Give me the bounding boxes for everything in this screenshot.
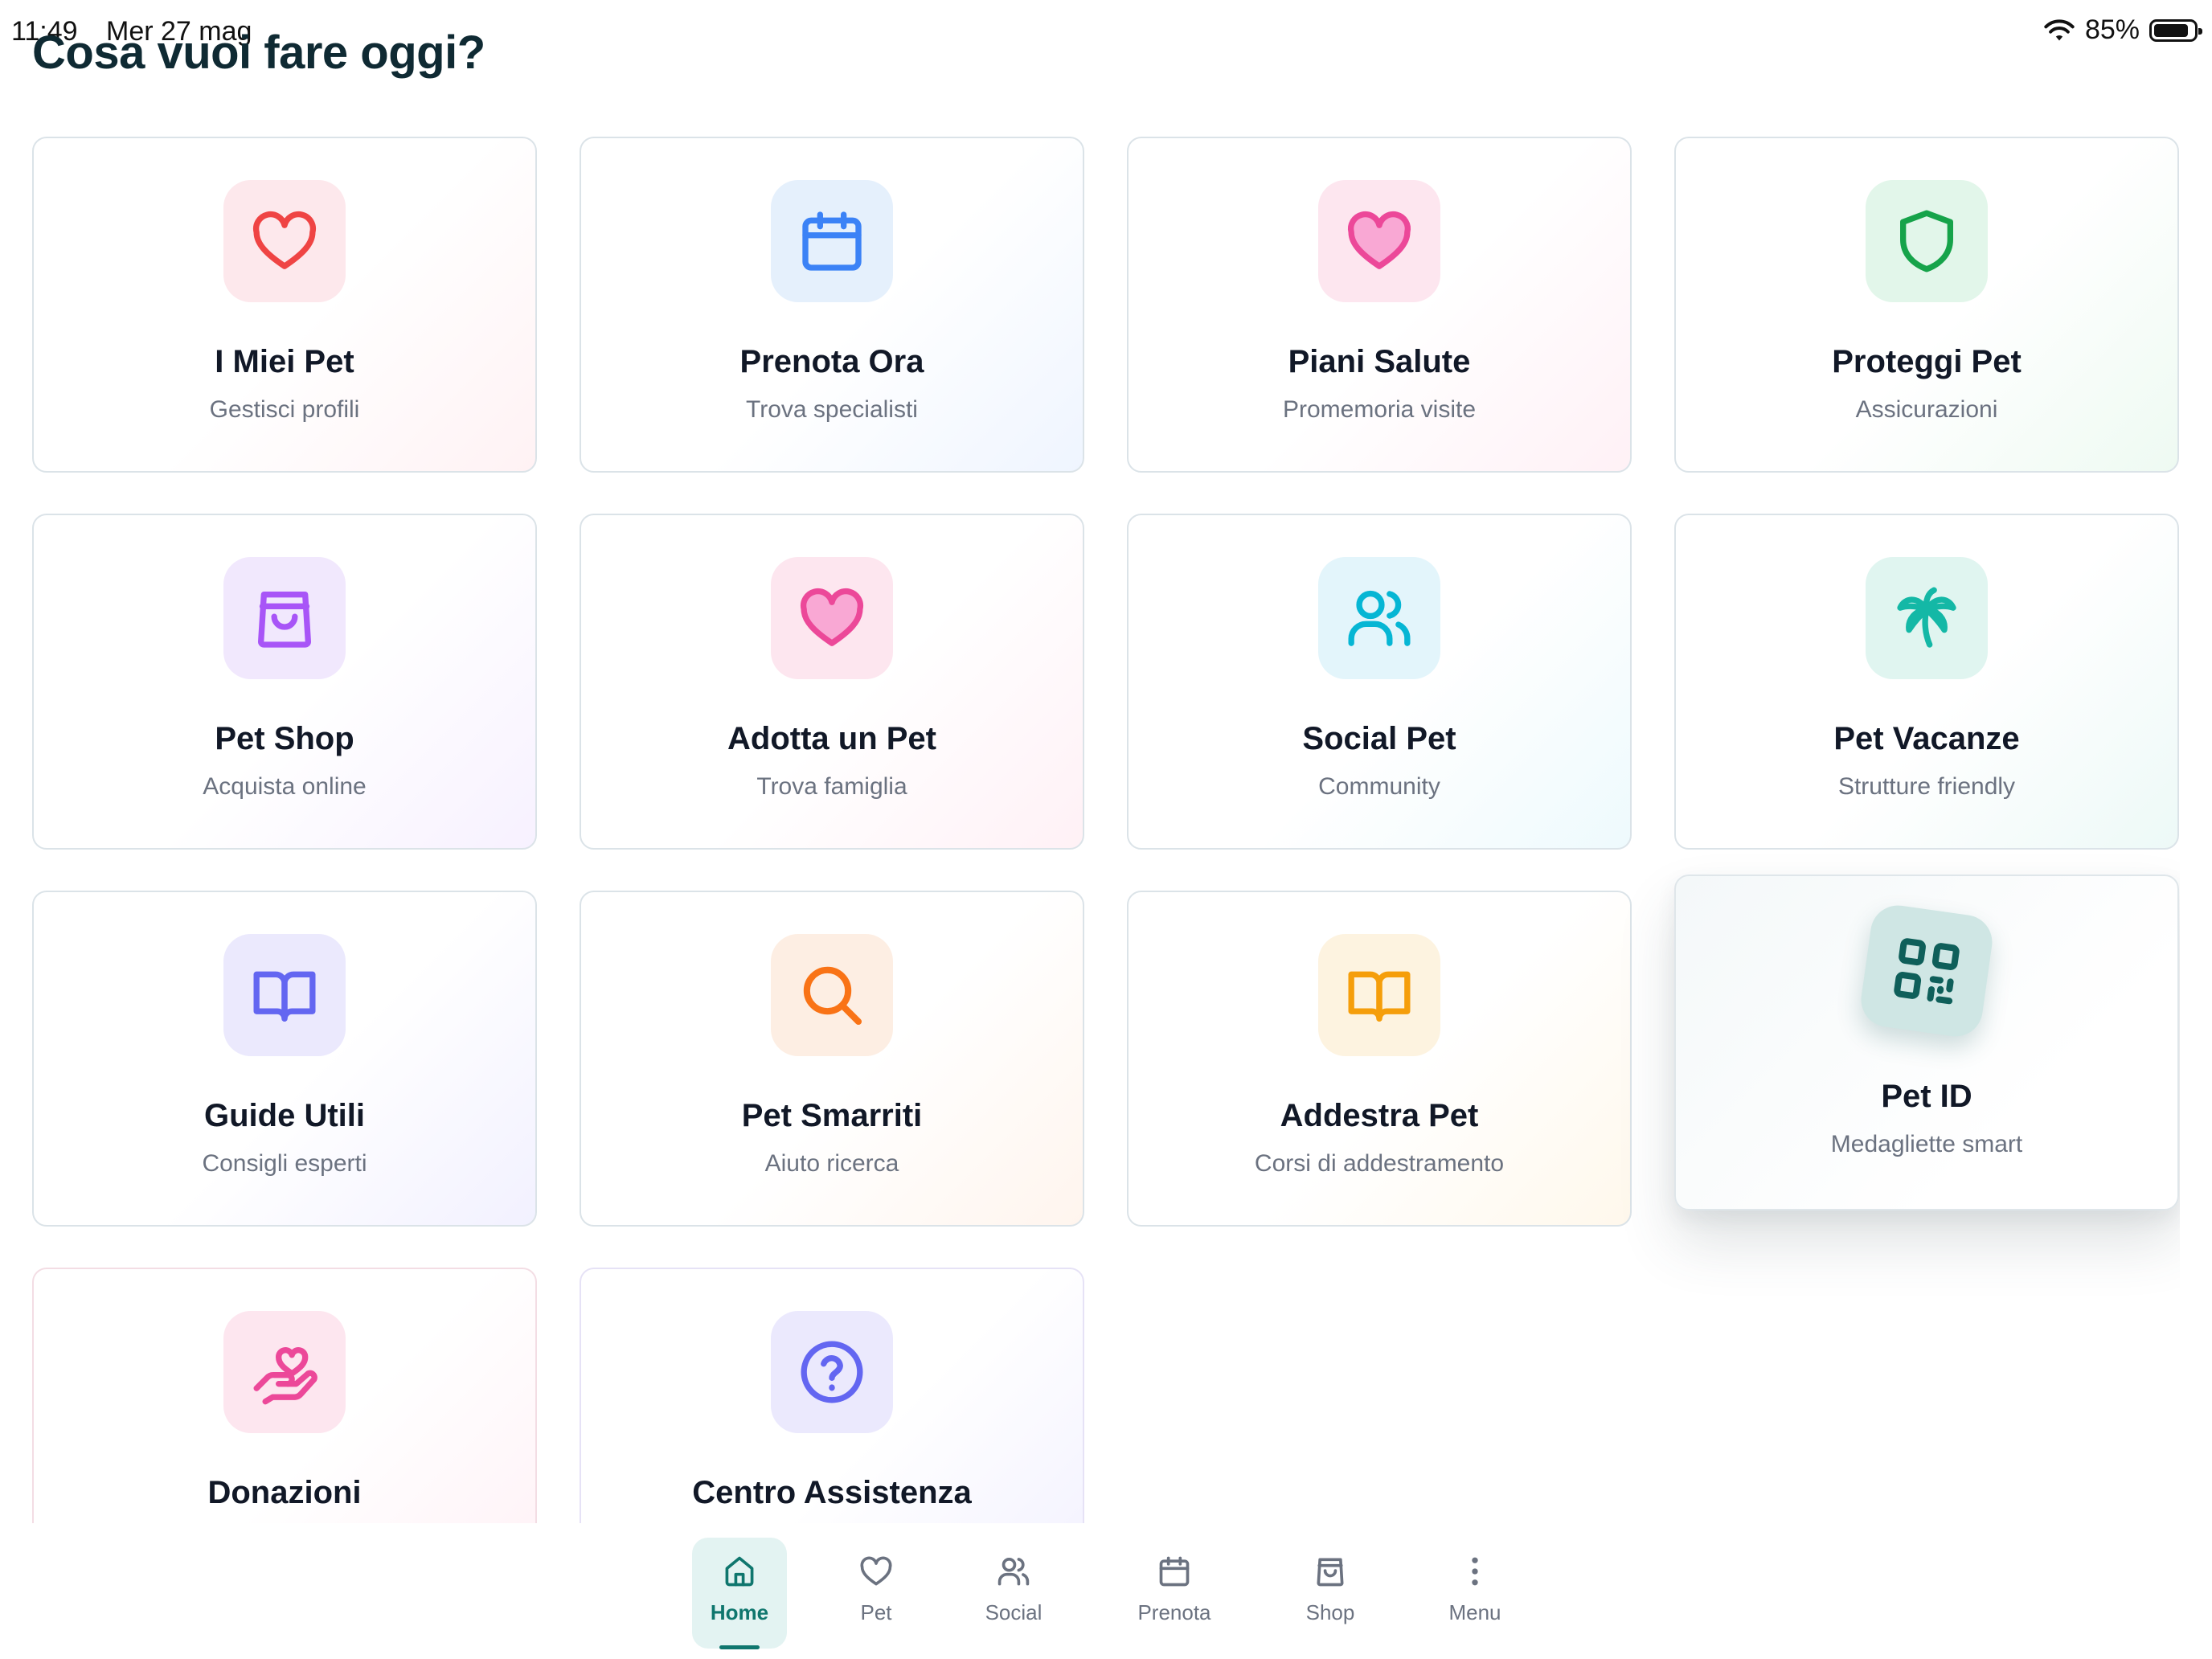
battery-percent: 85%: [2084, 14, 2140, 45]
card-subtitle: Consigli esperti: [202, 1150, 367, 1177]
card-title: Centro Assistenza: [692, 1475, 972, 1510]
card-pet-shop[interactable]: Pet Shop Acquista online: [32, 514, 537, 850]
nav-label: Prenota: [1137, 1600, 1211, 1624]
calendar-icon: [1159, 1556, 1190, 1587]
card-subtitle: Trova specialisti: [746, 396, 918, 423]
nav-shop[interactable]: Shop: [1282, 1538, 1378, 1649]
users-icon: [1318, 557, 1440, 679]
heart-outline-icon: [223, 180, 346, 302]
bottom-nav: Home Pet Social Prenota Shop Menu: [0, 1523, 2212, 1659]
card-title: Adotta un Pet: [727, 721, 936, 756]
battery-icon: [2149, 18, 2202, 42]
more-vertical-icon: [1472, 1557, 1478, 1586]
help-circle-icon: [771, 1311, 893, 1433]
nav-pet[interactable]: Pet: [828, 1538, 924, 1649]
card-title: Proteggi Pet: [1832, 344, 2022, 379]
nav-social[interactable]: Social: [965, 1538, 1063, 1649]
book-icon: [1318, 934, 1440, 1056]
card-centro-assistenza[interactable]: Centro Assistenza: [580, 1268, 1084, 1523]
nav-label: Social: [985, 1600, 1043, 1624]
nav-label: Shop: [1305, 1600, 1355, 1624]
nav-label: Pet: [860, 1600, 892, 1624]
page-title: Cosa vuoi fare oggi?: [32, 27, 485, 79]
card-subtitle: Aiuto ricerca: [764, 1150, 899, 1177]
card-pet-id[interactable]: Pet ID Medagliette smart: [1674, 875, 2179, 1210]
palm-tree-icon: [1866, 557, 1988, 679]
card-proteggi-pet[interactable]: Proteggi Pet Assicurazioni: [1674, 137, 2179, 473]
qr-code-icon: [1858, 902, 1996, 1040]
nav-prenota[interactable]: Prenota: [1117, 1538, 1231, 1649]
card-subtitle: Trova famiglia: [756, 773, 907, 800]
active-tab-indicator: [719, 1645, 760, 1649]
card-subtitle: Strutture friendly: [1837, 773, 2016, 800]
heart-filled-icon: [1318, 180, 1440, 302]
card-prenota-ora[interactable]: Prenota Ora Trova specialisti: [580, 137, 1084, 473]
nav-label: Menu: [1448, 1600, 1501, 1624]
card-title: Prenota Ora: [739, 344, 924, 379]
hand-heart-icon: [223, 1311, 346, 1433]
card-title: Addestra Pet: [1280, 1098, 1479, 1133]
card-guide-utili[interactable]: Guide Utili Consigli esperti: [32, 891, 537, 1227]
services-grid: I Miei Pet Gestisci profili Prenota Ora …: [32, 137, 2180, 1523]
card-subtitle: Acquista online: [203, 773, 367, 800]
card-title: Piani Salute: [1288, 344, 1471, 379]
card-subtitle: Promemoria visite: [1282, 396, 1477, 423]
card-title: I Miei Pet: [215, 344, 354, 379]
search-icon: [771, 934, 893, 1056]
shopping-bag-icon: [1317, 1558, 1344, 1587]
home-icon: [725, 1556, 754, 1587]
nav-label: Home: [710, 1600, 769, 1624]
status-indicators: 85%: [2043, 14, 2202, 46]
card-piani-salute[interactable]: Piani Salute Promemoria visite: [1127, 137, 1632, 473]
card-title: Pet ID: [1881, 1079, 1972, 1114]
card-title: Donazioni: [207, 1475, 362, 1510]
card-pet-smarriti[interactable]: Pet Smarriti Aiuto ricerca: [580, 891, 1084, 1227]
heart-filled-icon: [771, 557, 893, 679]
shopping-bag-icon: [223, 557, 346, 679]
card-i-miei-pet[interactable]: I Miei Pet Gestisci profili: [32, 137, 537, 473]
card-subtitle: Assicurazioni: [1855, 396, 1998, 423]
card-title: Pet Smarriti: [741, 1098, 923, 1133]
card-subtitle: Gestisci profili: [209, 396, 360, 423]
card-subtitle: Medagliette smart: [1830, 1131, 2023, 1157]
card-title: Guide Utili: [204, 1098, 365, 1133]
card-social-pet[interactable]: Social Pet Community: [1127, 514, 1632, 850]
card-donazioni[interactable]: Donazioni: [32, 1268, 537, 1523]
card-pet-vacanze[interactable]: Pet Vacanze Strutture friendly: [1674, 514, 2179, 850]
nav-home[interactable]: Home: [692, 1538, 787, 1649]
heart-icon: [860, 1556, 892, 1586]
card-subtitle: Community: [1318, 773, 1440, 800]
wifi-icon: [2044, 18, 2075, 40]
card-title: Pet Shop: [215, 721, 354, 756]
card-subtitle: Corsi di addestramento: [1254, 1150, 1505, 1177]
card-adotta-un-pet[interactable]: Adotta un Pet Trova famiglia: [580, 514, 1084, 850]
card-addestra-pet[interactable]: Addestra Pet Corsi di addestramento: [1127, 891, 1632, 1227]
book-icon: [223, 934, 346, 1056]
users-icon: [997, 1557, 1030, 1586]
nav-menu[interactable]: Menu: [1427, 1538, 1523, 1649]
calendar-icon: [771, 180, 893, 302]
card-title: Social Pet: [1302, 721, 1456, 756]
card-title: Pet Vacanze: [1833, 721, 2020, 756]
shield-icon: [1866, 180, 1988, 302]
